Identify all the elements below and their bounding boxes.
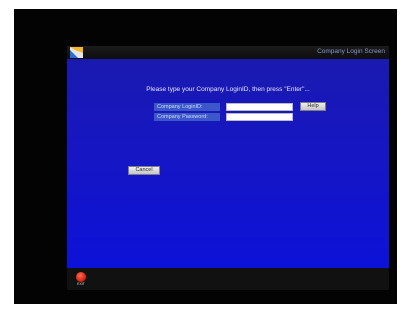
monitor-frame: Company Login Screen Please type your Co…: [14, 9, 397, 304]
login-id-input[interactable]: [226, 103, 293, 111]
bottom-bar: EXIT: [67, 268, 389, 290]
password-label: Company Password:: [154, 113, 220, 121]
exit-label: EXIT: [77, 282, 85, 286]
app-logo-icon: [70, 47, 83, 58]
title-bar: Company Login Screen: [67, 46, 389, 59]
exit-button[interactable]: EXIT: [75, 272, 87, 286]
app-window: Company Login Screen Please type your Co…: [67, 46, 389, 290]
help-button[interactable]: Help: [300, 102, 326, 111]
login-instructions: Please type your Company LoginID, then p…: [146, 86, 310, 93]
window-title: Company Login Screen: [317, 48, 385, 55]
exit-icon: [76, 272, 86, 282]
password-input[interactable]: [226, 113, 293, 121]
login-panel: Please type your Company LoginID, then p…: [67, 59, 389, 268]
login-id-label: Company LoginID:: [154, 103, 220, 111]
cancel-button[interactable]: Cancel: [128, 166, 160, 175]
